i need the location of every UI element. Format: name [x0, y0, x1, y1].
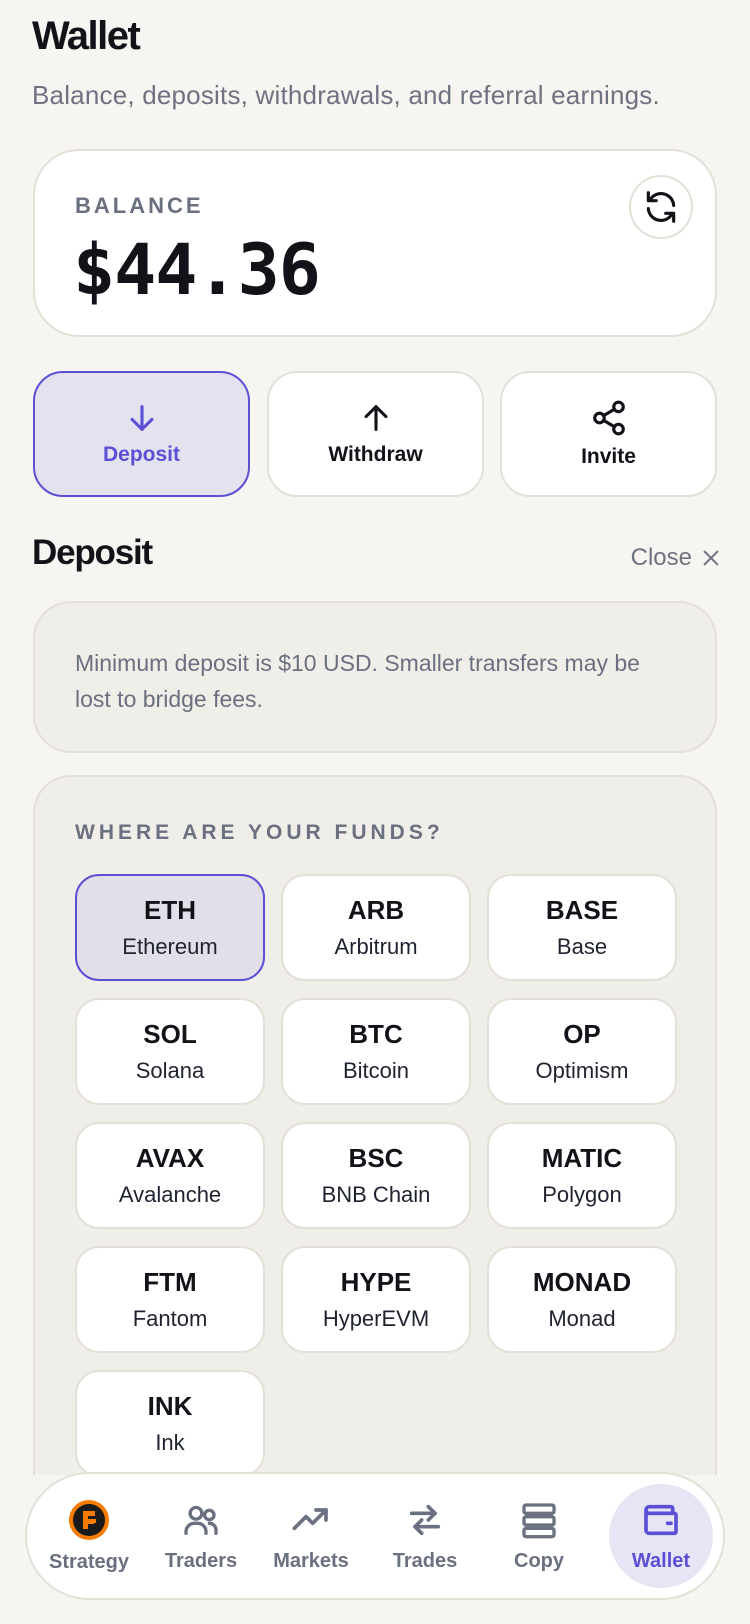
- chain-option-ink[interactable]: INK Ink: [75, 1370, 265, 1477]
- chain-symbol: OP: [563, 1019, 601, 1049]
- nav-item-strategy[interactable]: Strategy: [37, 1484, 141, 1588]
- invite-button-label: Invite: [581, 445, 636, 468]
- refresh-icon: [646, 191, 676, 223]
- arrow-down-icon: [130, 405, 153, 431]
- trending-up-icon: [292, 1507, 328, 1530]
- nav-label-wallet: Wallet: [631, 1549, 691, 1572]
- balance-label: BALANCE: [75, 193, 204, 218]
- chain-option-sol[interactable]: SOL Solana: [75, 998, 265, 1105]
- withdraw-button-label: Withdraw: [328, 443, 423, 466]
- close-deposit-button[interactable]: Close: [631, 544, 722, 572]
- strategy-logo-icon: [69, 1499, 109, 1540]
- chain-symbol: ARB: [347, 895, 405, 925]
- bottom-nav: Strategy Traders Markets Trades Copy Wal…: [25, 1472, 725, 1600]
- users-icon: [184, 1505, 218, 1535]
- swap-arrows-icon: [409, 1504, 441, 1535]
- chain-symbol: INK: [147, 1391, 193, 1421]
- chain-option-bsc[interactable]: BSC BNB Chain: [281, 1122, 471, 1229]
- deposit-button-label: Deposit: [102, 443, 180, 466]
- arrow-up-icon: [364, 405, 387, 431]
- minimum-deposit-notice: Minimum deposit is $10 USD. Smaller tran…: [33, 601, 717, 753]
- chain-symbol: SOL: [143, 1019, 197, 1049]
- chain-option-btc[interactable]: BTC Bitcoin: [281, 998, 471, 1105]
- nav-label-trades: Trades: [392, 1549, 458, 1572]
- funds-source-card: WHERE ARE YOUR FUNDS? ETH Ethereum ARB Arbi…: [33, 775, 717, 1477]
- wallet-actions: Deposit Withdraw Invite: [33, 371, 717, 497]
- deposit-section-title: Deposit: [32, 533, 153, 572]
- chain-name: Bitcoin: [342, 1058, 410, 1083]
- chain-name: BNB Chain: [321, 1182, 431, 1207]
- close-icon: [703, 550, 719, 566]
- nav-label-traders: Traders: [164, 1549, 238, 1572]
- deposit-button[interactable]: Deposit: [33, 371, 250, 497]
- chain-option-avax[interactable]: AVAX Avalanche: [75, 1122, 265, 1229]
- chain-symbol: FTM: [143, 1267, 197, 1297]
- chain-name: Ink: [155, 1430, 185, 1455]
- refresh-button[interactable]: [629, 175, 693, 239]
- chain-option-matic[interactable]: MATIC Polygon: [487, 1122, 677, 1229]
- invite-button[interactable]: Invite: [500, 371, 717, 497]
- nav-item-traders[interactable]: Traders: [149, 1484, 253, 1588]
- chain-symbol: HYPE: [340, 1267, 412, 1297]
- nav-label-strategy: Strategy: [48, 1550, 130, 1573]
- chain-name: Polygon: [542, 1182, 622, 1207]
- chain-option-hype[interactable]: HYPE HyperEVM: [281, 1246, 471, 1353]
- chain-option-monad[interactable]: MONAD Monad: [487, 1246, 677, 1353]
- wallet-screen: Wallet Balance, deposits, withdrawals, a…: [0, 0, 750, 1624]
- chain-name: HyperEVM: [322, 1306, 430, 1331]
- chain-name: Ethereum: [122, 934, 218, 959]
- server-stack-icon: [522, 1502, 556, 1538]
- chain-symbol: BASE: [545, 895, 619, 925]
- chain-name: Base: [556, 934, 608, 959]
- funds-source-label: WHERE ARE YOUR FUNDS?: [75, 821, 444, 844]
- balance-card: BALANCE $44.36: [33, 149, 717, 337]
- chain-option-arb[interactable]: ARB Arbitrum: [281, 874, 471, 981]
- withdraw-button[interactable]: Withdraw: [267, 371, 484, 497]
- chain-name: Avalanche: [118, 1182, 222, 1207]
- nav-label-copy: Copy: [514, 1549, 564, 1572]
- nav-label-markets: Markets: [273, 1549, 349, 1572]
- page-subtitle: Balance, deposits, withdrawals, and refe…: [32, 80, 660, 110]
- chain-symbol: BTC: [349, 1019, 403, 1049]
- chain-symbol: MATIC: [541, 1143, 623, 1173]
- chain-symbol: ETH: [144, 895, 196, 925]
- chain-option-op[interactable]: OP Optimism: [487, 998, 677, 1105]
- wallet-icon: [644, 1504, 678, 1535]
- chain-option-eth[interactable]: ETH Ethereum: [75, 874, 265, 981]
- share-icon: [592, 400, 625, 436]
- balance-amount: $44.36: [73, 229, 321, 311]
- chain-option-ftm[interactable]: FTM Fantom: [75, 1246, 265, 1353]
- chain-name: Optimism: [535, 1058, 629, 1083]
- chain-name: Monad: [548, 1306, 616, 1331]
- chain-name: Solana: [135, 1058, 205, 1083]
- close-label: Close: [630, 544, 692, 571]
- chain-name: Arbitrum: [334, 934, 418, 959]
- chain-symbol: MONAD: [532, 1267, 632, 1297]
- nav-item-copy[interactable]: Copy: [487, 1484, 591, 1588]
- chain-name: Fantom: [132, 1306, 208, 1331]
- nav-item-trades[interactable]: Trades: [373, 1484, 477, 1588]
- page-title: Wallet: [32, 14, 141, 58]
- nav-item-markets[interactable]: Markets: [259, 1484, 363, 1588]
- chain-symbol: BSC: [348, 1143, 404, 1173]
- chain-option-base[interactable]: BASE Base: [487, 874, 677, 981]
- chain-symbol: AVAX: [135, 1143, 205, 1173]
- nav-item-wallet[interactable]: Wallet: [609, 1484, 713, 1588]
